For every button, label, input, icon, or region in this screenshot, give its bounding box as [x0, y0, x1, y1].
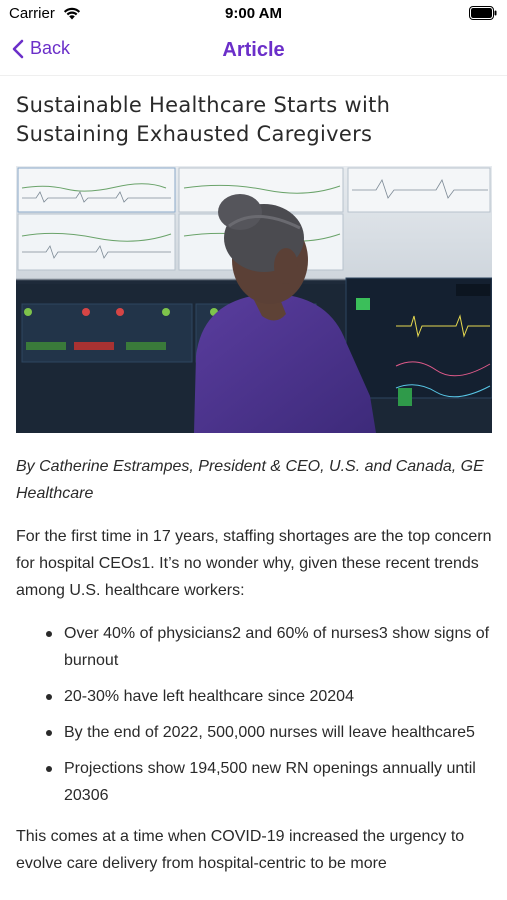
status-time: 9:00 AM: [225, 5, 282, 22]
article-closing-paragraph: This comes at a time when COVID-19 incre…: [16, 828, 465, 872]
article-byline: By Catherine Estrampes, President & CEO,…: [16, 458, 484, 502]
list-item: 20-30% have left healthcare since 20204: [16, 683, 493, 710]
status-bar: Carrier 9:00 AM: [0, 0, 507, 28]
battery-icon: [469, 6, 497, 20]
article-intro: For the first time in 17 years, staffing…: [16, 528, 492, 599]
article-bullet-list: Over 40% of physicians2 and 60% of nurse…: [16, 620, 493, 809]
list-item: Projections show 194,500 new RN openings…: [16, 755, 493, 809]
nav-bar: Back Article: [0, 28, 507, 76]
article-content: Sustainable Healthcare Starts with Susta…: [16, 76, 493, 877]
list-item: By the end of 2022, 500,000 nurses will …: [16, 719, 493, 746]
nav-title: Article: [222, 39, 285, 61]
article-title: Sustainable Healthcare Starts with Susta…: [16, 93, 391, 146]
list-item: Over 40% of physicians2 and 60% of nurse…: [16, 620, 493, 674]
article-hero-image: [16, 166, 492, 433]
